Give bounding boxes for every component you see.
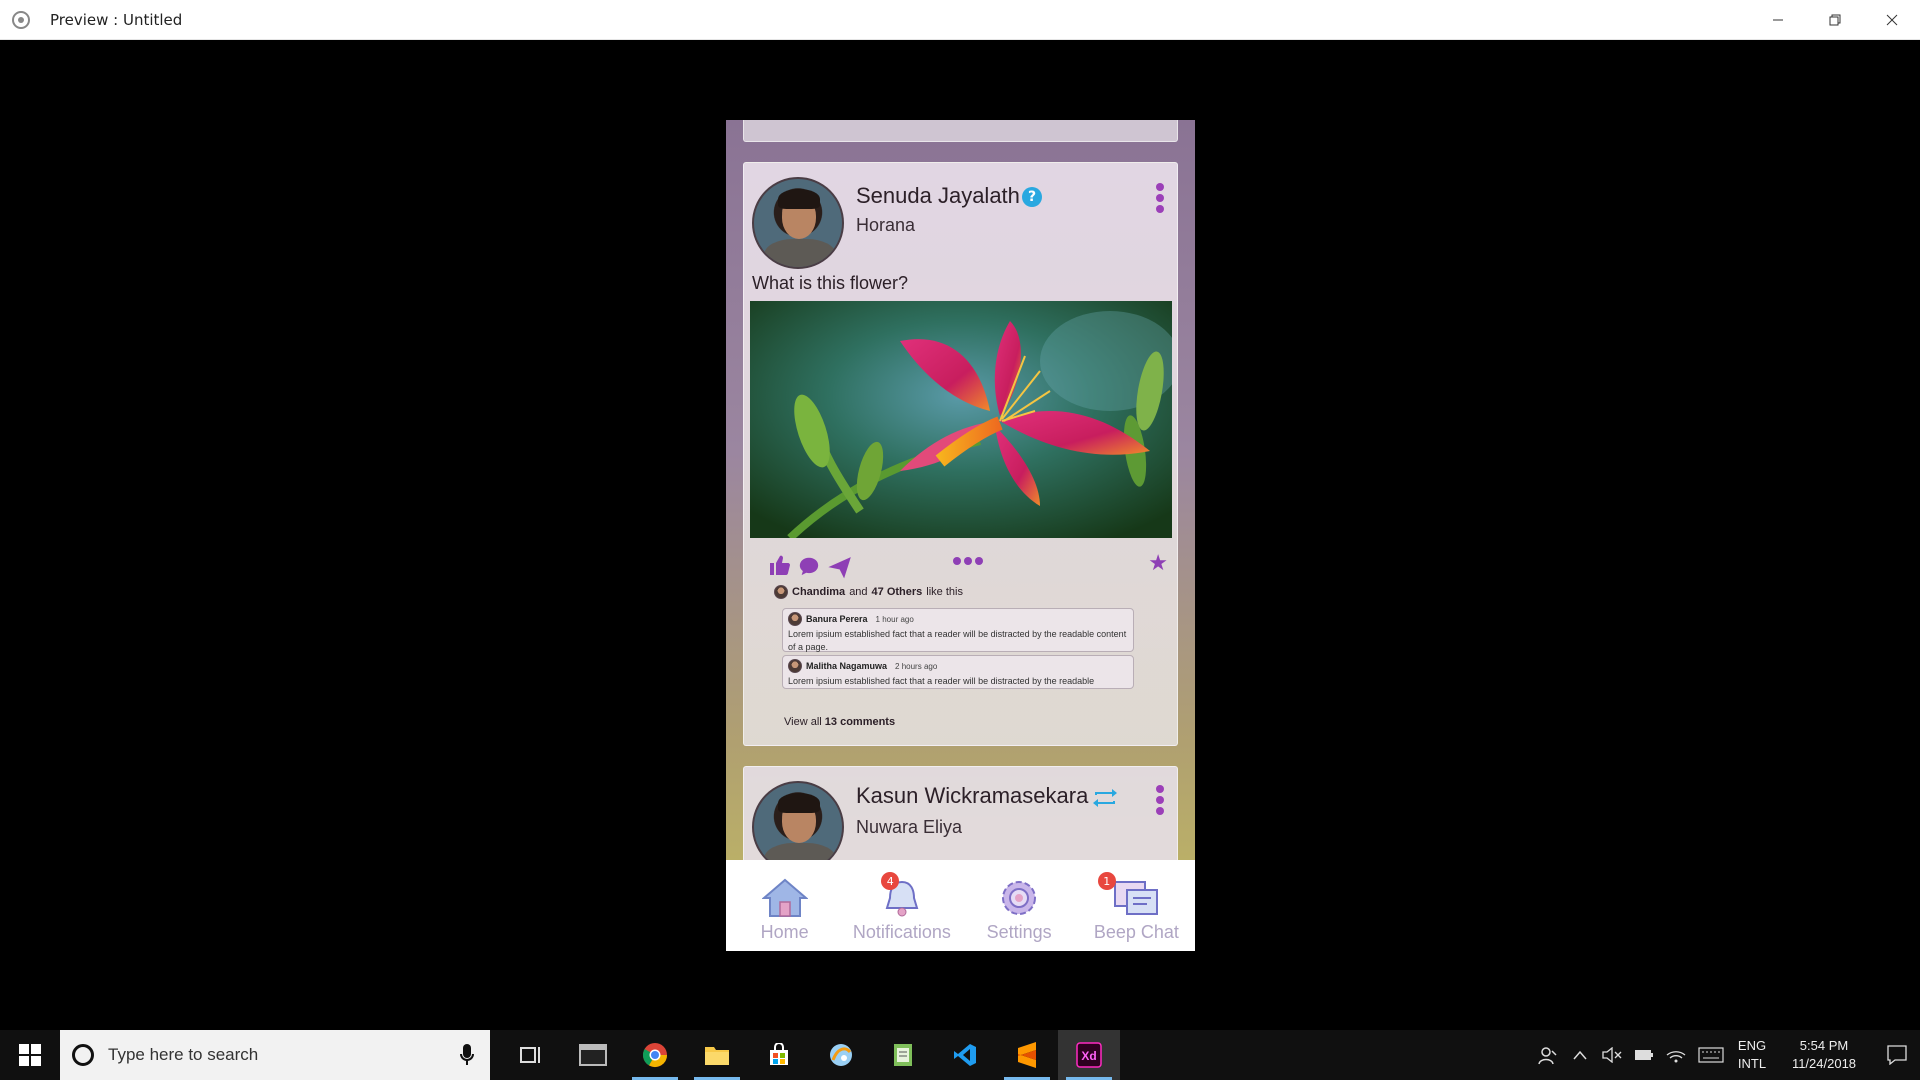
comment-time: 1 hour ago [875, 614, 914, 624]
commenter-name[interactable]: Malitha Nagamuwa [806, 661, 887, 671]
preview-stage: Senuda Jayalath ? Horana What is this fl… [0, 40, 1920, 1030]
app-icon [12, 10, 30, 29]
microphone-icon[interactable] [460, 1044, 474, 1066]
comment-text: Lorem ipsium established fact that a rea… [788, 629, 1127, 652]
post-actions: ★ [768, 553, 1168, 583]
flower-photo[interactable] [750, 301, 1172, 538]
comment-item: Banura Perera 1 hour ago Lorem ipsium es… [782, 608, 1134, 652]
chevron-up-icon[interactable] [1564, 1030, 1596, 1080]
sublime-icon[interactable] [996, 1030, 1058, 1080]
window-controls [1749, 0, 1920, 40]
taskbar: Type here to search Xd ENG INTL 5:54 PM … [0, 1030, 1920, 1080]
notepad-icon[interactable] [872, 1030, 934, 1080]
lang-line2: INTL [1737, 1056, 1767, 1071]
author-location: Nuwara Eliya [856, 817, 963, 837]
vscode-icon[interactable] [934, 1030, 996, 1080]
post-text: What is this flower? [752, 273, 909, 293]
nav-settings[interactable]: Settings [961, 860, 1078, 951]
comment-item: Malitha Nagamuwa 2 hours ago Lorem ipsiu… [782, 655, 1134, 689]
nav-label: Home [760, 922, 809, 942]
liker-name[interactable]: Chandima [792, 586, 845, 598]
view-all-prefix: View all [784, 716, 822, 728]
nav-label: Settings [986, 922, 1052, 942]
more-options-icon[interactable] [1155, 785, 1165, 815]
restore-icon [1829, 14, 1840, 26]
nav-label: Notifications [852, 922, 951, 942]
people-icon[interactable] [1532, 1030, 1564, 1080]
adobe-xd-icon[interactable]: Xd [1058, 1030, 1120, 1080]
svg-text:Xd: Xd [1081, 1049, 1096, 1063]
task-view-icon[interactable] [500, 1030, 562, 1080]
clock-date: 11/24/2018 [1791, 1056, 1857, 1071]
restore-button[interactable] [1806, 0, 1863, 40]
commenter-avatar [788, 612, 802, 626]
close-button[interactable] [1863, 0, 1920, 40]
wifi-icon[interactable] [1660, 1030, 1692, 1080]
store-icon[interactable] [748, 1030, 810, 1080]
minimize-icon [1772, 19, 1783, 21]
close-icon [1886, 14, 1897, 26]
taskbar-search[interactable]: Type here to search [60, 1030, 490, 1080]
post-card: Senuda Jayalath ? Horana What is this fl… [743, 162, 1178, 746]
chrome-icon[interactable] [624, 1030, 686, 1080]
chat-icon [1114, 881, 1159, 915]
likes-summary: Chandima and 47 Others like this [774, 585, 963, 599]
likes-and: and [849, 586, 868, 598]
bottom-navigation: Home 4 Notifications Settings 1 Beep Cha… [726, 860, 1195, 951]
home-icon [761, 878, 808, 917]
comment-icon[interactable] [798, 555, 820, 577]
commenter-name[interactable]: Banura Perera [806, 614, 868, 624]
cortana-icon [72, 1044, 94, 1066]
window-title: Preview : Untitled [50, 10, 183, 29]
author-location: Horana [856, 215, 916, 235]
volume-muted-icon[interactable] [1596, 1030, 1628, 1080]
window-title-bar: Preview : Untitled [0, 0, 1920, 40]
gear-icon [1002, 881, 1037, 915]
clock-time: 5:54 PM [1799, 1038, 1849, 1053]
terminal-icon[interactable] [562, 1030, 624, 1080]
system-tray: ENG INTL 5:54 PM 11/24/2018 [1532, 1030, 1920, 1080]
lang-line1: ENG [1737, 1038, 1767, 1053]
share-icon[interactable] [828, 555, 852, 579]
liker-avatar [774, 585, 788, 599]
comment-text: Lorem ipsium established fact that a rea… [788, 676, 1095, 686]
repost-icon [1093, 789, 1117, 807]
pinball-icon[interactable] [810, 1030, 872, 1080]
phone-artboard[interactable]: Senuda Jayalath ? Horana What is this fl… [726, 120, 1195, 951]
more-options-icon[interactable] [1155, 183, 1165, 213]
search-placeholder: Type here to search [108, 1045, 259, 1064]
keyboard-icon[interactable] [1692, 1030, 1730, 1080]
likes-others[interactable]: 47 Others [872, 586, 923, 598]
file-explorer-icon[interactable] [686, 1030, 748, 1080]
star-icon[interactable]: ★ [1148, 553, 1168, 575]
nav-notifications[interactable]: 4 Notifications [843, 860, 960, 951]
clock[interactable]: 5:54 PM 11/24/2018 [1774, 1037, 1874, 1073]
battery-icon[interactable] [1628, 1030, 1660, 1080]
verified-icon: ? [1022, 187, 1042, 207]
ellipsis-icon[interactable] [953, 557, 983, 565]
view-all-count: 13 comments [824, 716, 896, 728]
likes-suffix: like this [926, 586, 963, 598]
author-name[interactable]: Senuda Jayalath [856, 183, 1020, 209]
action-center-icon[interactable] [1874, 1030, 1920, 1080]
nav-home[interactable]: Home [726, 860, 843, 951]
windows-logo-icon [19, 1044, 41, 1066]
like-icon[interactable] [768, 553, 792, 577]
previous-post-card [743, 120, 1178, 142]
taskbar-apps: Xd [500, 1030, 1120, 1080]
view-all-comments-link[interactable]: View all 13 comments [784, 716, 895, 728]
start-button[interactable] [0, 1030, 60, 1080]
nav-beep-chat[interactable]: 1 Beep Chat [1078, 860, 1195, 951]
minimize-button[interactable] [1749, 0, 1806, 40]
chat-badge: 1 [1097, 872, 1116, 890]
input-language[interactable]: ENG INTL [1730, 1037, 1774, 1073]
commenter-avatar [788, 659, 802, 673]
author-avatar[interactable] [752, 177, 844, 269]
author-name[interactable]: Kasun Wickramasekara [856, 783, 1088, 809]
comment-time: 2 hours ago [895, 661, 938, 671]
nav-label: Beep Chat [1093, 922, 1179, 942]
